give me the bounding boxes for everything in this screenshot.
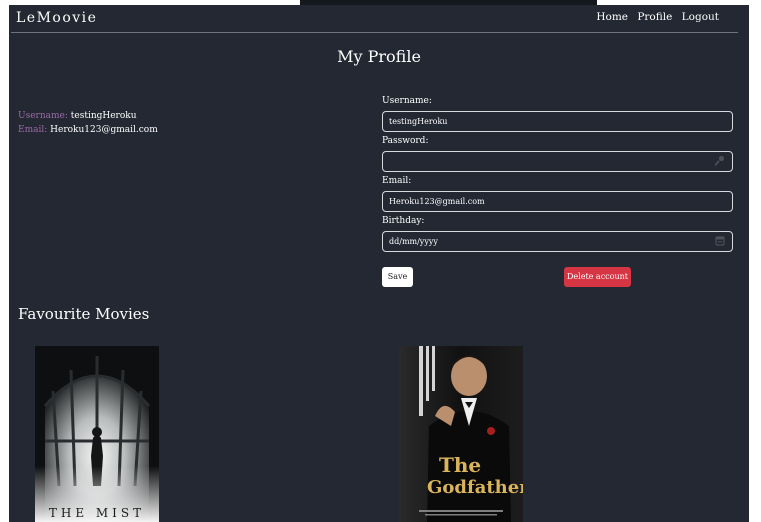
user-info-panel: Username: testingHeroku Email: Heroku123… <box>18 109 158 137</box>
calendar-icon[interactable] <box>715 235 725 247</box>
movie-poster-the-mist[interactable]: THE MIST <box>35 346 159 522</box>
profile-update-form: Username: testingHeroku Password: Email:… <box>382 96 734 256</box>
user-info-username-value: testingHeroku <box>70 111 137 121</box>
movie-poster-the-godfather[interactable]: The Godfather <box>399 346 523 522</box>
user-info-email: Email: Heroku123@gmail.com <box>18 123 158 137</box>
nav-links: Home Profile Logout <box>590 11 719 23</box>
page-title: My Profile <box>337 47 421 66</box>
brand-logo[interactable]: LeMoovie <box>16 10 97 26</box>
user-info-email-label: Email: <box>18 125 48 135</box>
delete-account-button[interactable]: Delete account <box>564 267 631 287</box>
form-actions: Save Delete account <box>382 267 734 289</box>
user-info-username: Username: testingHeroku <box>18 109 158 123</box>
poster-art-the-godfather: The Godfather <box>399 346 523 522</box>
birthday-field-label: Birthday: <box>382 216 425 226</box>
password-field-label: Password: <box>382 136 429 146</box>
favourites-title: Favourite Movies <box>18 305 150 323</box>
navbar: LeMoovie Home Profile Logout <box>9 5 749 33</box>
save-button[interactable]: Save <box>382 267 413 287</box>
user-info-email-value: Heroku123@gmail.com <box>50 125 158 135</box>
username-input[interactable]: testingHeroku <box>382 111 733 132</box>
username-input-value: testingHeroku <box>389 117 448 126</box>
key-icon[interactable] <box>715 155 725 167</box>
poster-title-line2: Godfather <box>427 477 523 498</box>
nav-link-home[interactable]: Home <box>596 11 628 23</box>
birthday-input[interactable]: dd/mm/yyyy <box>382 231 733 252</box>
username-field-label: Username: <box>382 96 432 106</box>
app-container: LeMoovie Home Profile Logout My Profile … <box>9 5 749 522</box>
poster-art-the-mist: THE MIST <box>35 346 159 522</box>
user-info-username-label: Username: <box>18 111 68 121</box>
email-input[interactable]: Heroku123@gmail.com <box>382 191 733 212</box>
password-input[interactable] <box>382 151 733 172</box>
email-input-value: Heroku123@gmail.com <box>389 197 485 206</box>
poster-title-line1: The <box>439 453 481 477</box>
nav-link-logout[interactable]: Logout <box>682 11 719 23</box>
nav-link-profile[interactable]: Profile <box>637 11 672 23</box>
birthday-input-placeholder: dd/mm/yyyy <box>389 237 438 246</box>
navbar-divider <box>11 32 738 33</box>
poster-title-the-mist: THE MIST <box>49 506 145 520</box>
email-field-label: Email: <box>382 176 412 186</box>
